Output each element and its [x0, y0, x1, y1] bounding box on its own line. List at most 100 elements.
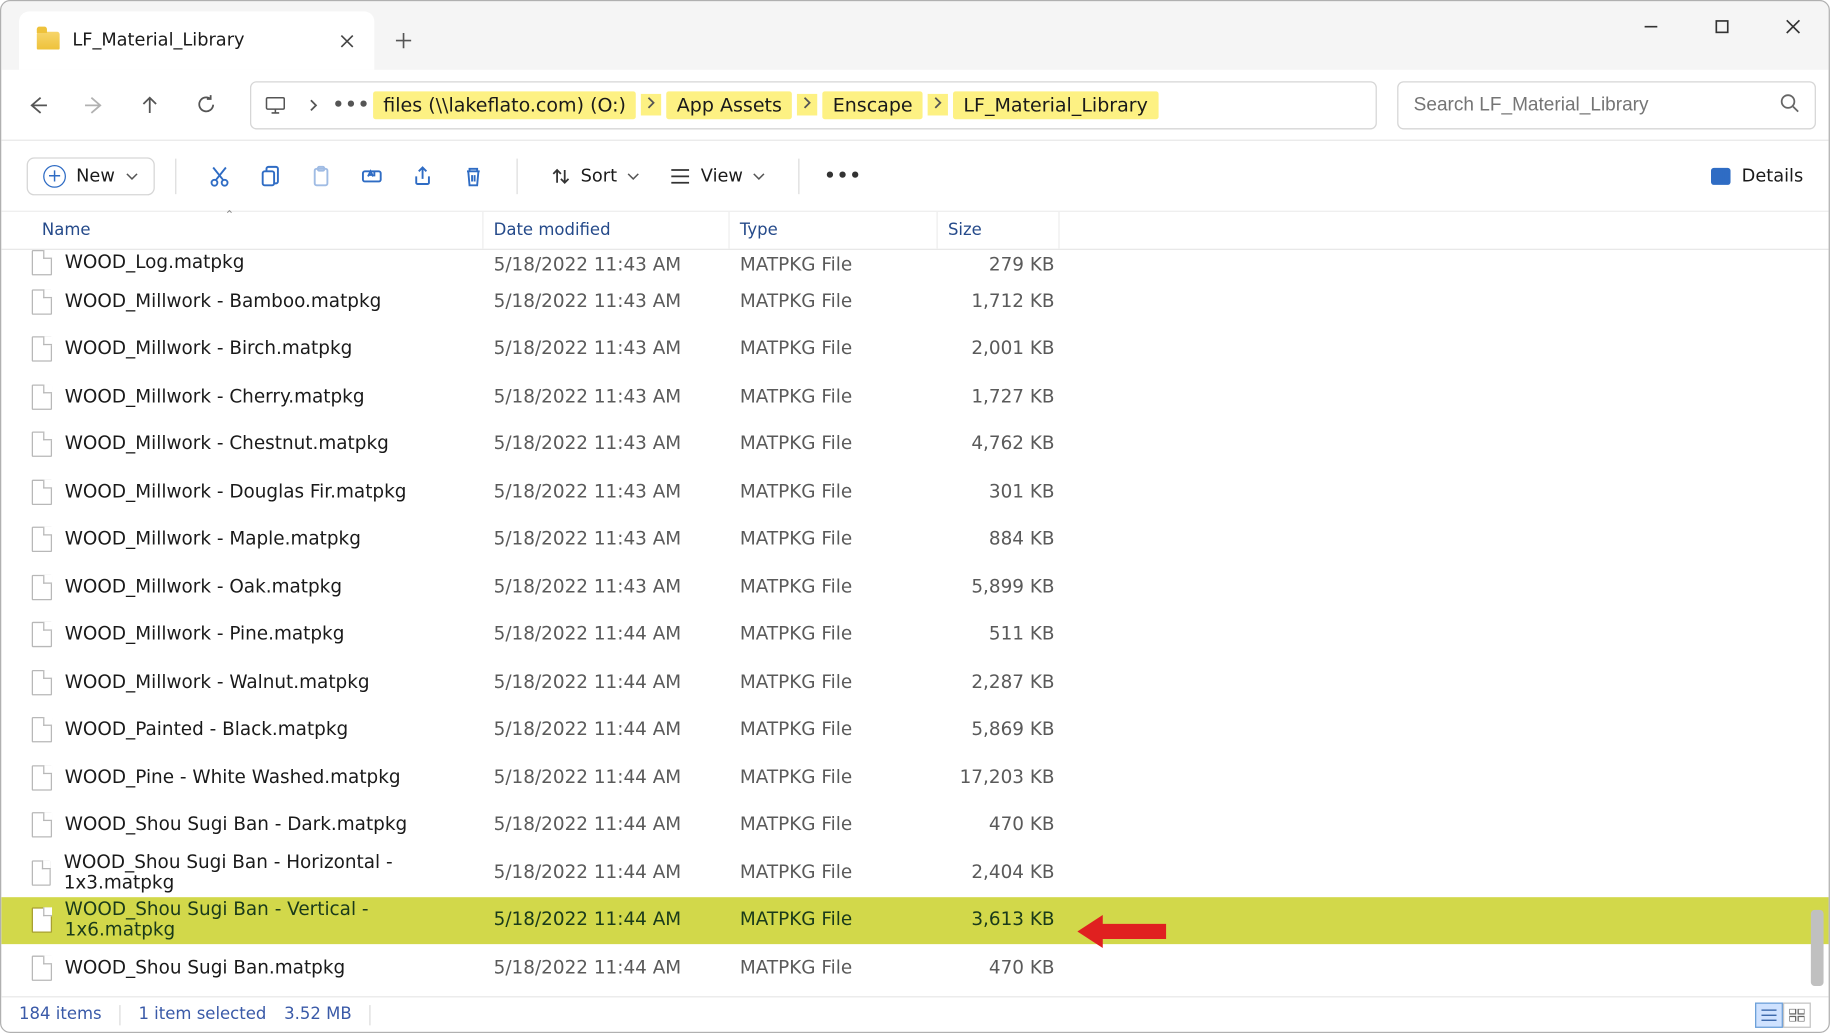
file-type: MATPKG File — [730, 910, 938, 930]
file-name: WOOD_Painted - Black.matpkg — [65, 720, 348, 740]
file-size: 4,762 KB — [938, 434, 1060, 454]
status-total: 184 items — [19, 1005, 102, 1024]
file-row[interactable]: WOOD_Millwork - Bamboo.matpkg5/18/2022 1… — [1, 278, 1828, 326]
new-tab-button[interactable] — [374, 11, 432, 69]
file-row[interactable]: WOOD_Shou Sugi Ban.matpkg5/18/2022 11:44… — [1, 944, 1828, 983]
explorer-window: LF_Material_Library — [0, 0, 1830, 1033]
header-type[interactable]: Type — [730, 212, 938, 249]
file-icon — [32, 670, 52, 695]
search-input[interactable] — [1414, 94, 1769, 116]
breadcrumb-segment[interactable]: files (\\lakeflato.com) (O:) — [373, 91, 636, 119]
file-name: WOOD_Millwork - Walnut.matpkg — [65, 672, 370, 692]
maximize-button[interactable] — [1687, 1, 1758, 52]
close-button[interactable] — [1758, 1, 1829, 52]
new-button[interactable]: + New — [27, 157, 155, 195]
file-type: MATPKG File — [730, 958, 938, 978]
minimize-button[interactable] — [1615, 1, 1686, 52]
header-date[interactable]: Date modified — [483, 212, 729, 249]
file-name: WOOD_Millwork - Oak.matpkg — [65, 577, 342, 597]
view-toggle — [1755, 1002, 1811, 1027]
window-tab[interactable]: LF_Material_Library — [19, 11, 374, 69]
file-size: 301 KB — [938, 482, 1060, 502]
share-button[interactable] — [399, 153, 445, 199]
scroll-thumb[interactable] — [1811, 910, 1824, 986]
file-date: 5/18/2022 11:44 AM — [483, 720, 729, 740]
chevron-right-icon[interactable] — [797, 94, 817, 116]
file-row[interactable]: WOOD_Millwork - Oak.matpkg5/18/2022 11:4… — [1, 563, 1828, 611]
paste-button[interactable] — [298, 153, 344, 199]
up-button[interactable] — [126, 81, 174, 129]
file-icon — [32, 622, 52, 647]
header-size[interactable]: Size — [938, 212, 1060, 249]
file-type: MATPKG File — [730, 387, 938, 407]
file-icon — [32, 250, 52, 275]
breadcrumb-more-icon[interactable]: ••• — [335, 88, 368, 121]
chevron-right-icon[interactable] — [641, 94, 661, 116]
breadcrumb-segment[interactable]: App Assets — [667, 91, 792, 119]
breadcrumb[interactable]: ••• files (\\lakeflato.com) (O:) App Ass… — [250, 81, 1377, 129]
forward-button[interactable] — [70, 81, 118, 129]
file-row[interactable]: WOOD_Millwork - Douglas Fir.matpkg5/18/2… — [1, 468, 1828, 516]
search-icon — [1779, 92, 1799, 117]
delete-button[interactable] — [450, 153, 496, 199]
file-icon — [32, 384, 52, 409]
file-row[interactable]: WOOD_Millwork - Cherry.matpkg5/18/2022 1… — [1, 373, 1828, 421]
separator — [369, 1004, 370, 1024]
file-date: 5/18/2022 11:44 AM — [483, 863, 729, 883]
file-date: 5/18/2022 11:43 AM — [483, 387, 729, 407]
separator — [799, 158, 800, 194]
file-date: 5/18/2022 11:44 AM — [483, 910, 729, 930]
details-button[interactable]: Details — [1711, 166, 1803, 186]
sort-button[interactable]: Sort — [537, 166, 652, 186]
file-row[interactable]: WOOD_Millwork - Chestnut.matpkg5/18/2022… — [1, 421, 1828, 469]
search-box[interactable] — [1397, 81, 1816, 129]
status-size: 3.52 MB — [284, 1005, 352, 1024]
file-row[interactable]: WOOD_Millwork - Walnut.matpkg5/18/2022 1… — [1, 659, 1828, 707]
rename-button[interactable] — [348, 153, 394, 199]
breadcrumb-chevron-icon[interactable] — [297, 88, 330, 121]
file-type: MATPKG File — [730, 863, 938, 883]
icons-view-button[interactable] — [1783, 1002, 1811, 1027]
refresh-button[interactable] — [181, 81, 229, 129]
file-row[interactable]: WOOD_Millwork - Birch.matpkg5/18/2022 11… — [1, 325, 1828, 373]
file-date: 5/18/2022 11:44 AM — [483, 815, 729, 835]
file-row[interactable]: WOOD_Pine - White Washed.matpkg5/18/2022… — [1, 754, 1828, 802]
view-button[interactable]: View — [658, 166, 779, 186]
file-row[interactable]: WOOD_Painted - Black.matpkg 5/18/2022 11:… — [1, 706, 1828, 754]
file-icon — [32, 337, 52, 362]
copy-button[interactable] — [247, 153, 293, 199]
pc-icon[interactable] — [259, 88, 292, 121]
file-size: 2,001 KB — [938, 339, 1060, 359]
file-row[interactable]: WOOD_Shou Sugi Ban - Horizontal - 1x3.ma… — [1, 849, 1828, 897]
chevron-right-icon[interactable] — [928, 94, 948, 116]
tab-close-button[interactable] — [336, 30, 356, 50]
back-button[interactable] — [14, 81, 62, 129]
file-row[interactable]: WOOD_Millwork - Pine.matpkg5/18/2022 11:… — [1, 611, 1828, 659]
cut-button[interactable] — [196, 153, 242, 199]
file-size: 5,869 KB — [938, 720, 1060, 740]
file-row[interactable]: WOOD_Millwork - Maple.matpkg5/18/2022 11… — [1, 516, 1828, 564]
breadcrumb-segment[interactable]: Enscape — [823, 91, 923, 119]
file-type: MATPKG File — [730, 292, 938, 312]
file-row[interactable]: WOOD_Shou Sugi Ban - Vertical - 1x6.matp… — [1, 897, 1828, 945]
scrollbar[interactable] — [1808, 237, 1826, 993]
file-icon — [32, 765, 52, 790]
file-row[interactable]: WOOD_Shou Sugi Ban - Dark.matpkg5/18/202… — [1, 801, 1828, 849]
details-label: Details — [1742, 166, 1804, 186]
file-row[interactable]: WOOD_Log.matpkg 5/18/2022 11:43 AM MATPK… — [1, 250, 1828, 278]
file-type: MATPKG File — [730, 815, 938, 835]
file-icon — [32, 717, 52, 742]
separator — [119, 1004, 120, 1024]
more-button[interactable]: ••• — [820, 153, 866, 199]
file-date: 5/18/2022 11:43 AM — [483, 339, 729, 359]
breadcrumb-segment[interactable]: LF_Material_Library — [953, 91, 1158, 119]
file-size: 1,712 KB — [938, 292, 1060, 312]
details-view-button[interactable] — [1755, 1002, 1783, 1027]
file-type: MATPKG File — [730, 672, 938, 692]
header-name[interactable]: Name — [32, 212, 484, 249]
file-type: MATPKG File — [730, 482, 938, 502]
file-name: WOOD_Shou Sugi Ban - Horizontal - 1x3.ma… — [64, 852, 484, 893]
file-icon — [32, 908, 52, 933]
file-name: WOOD_Shou Sugi Ban.matpkg — [65, 958, 345, 978]
separator — [516, 158, 517, 194]
